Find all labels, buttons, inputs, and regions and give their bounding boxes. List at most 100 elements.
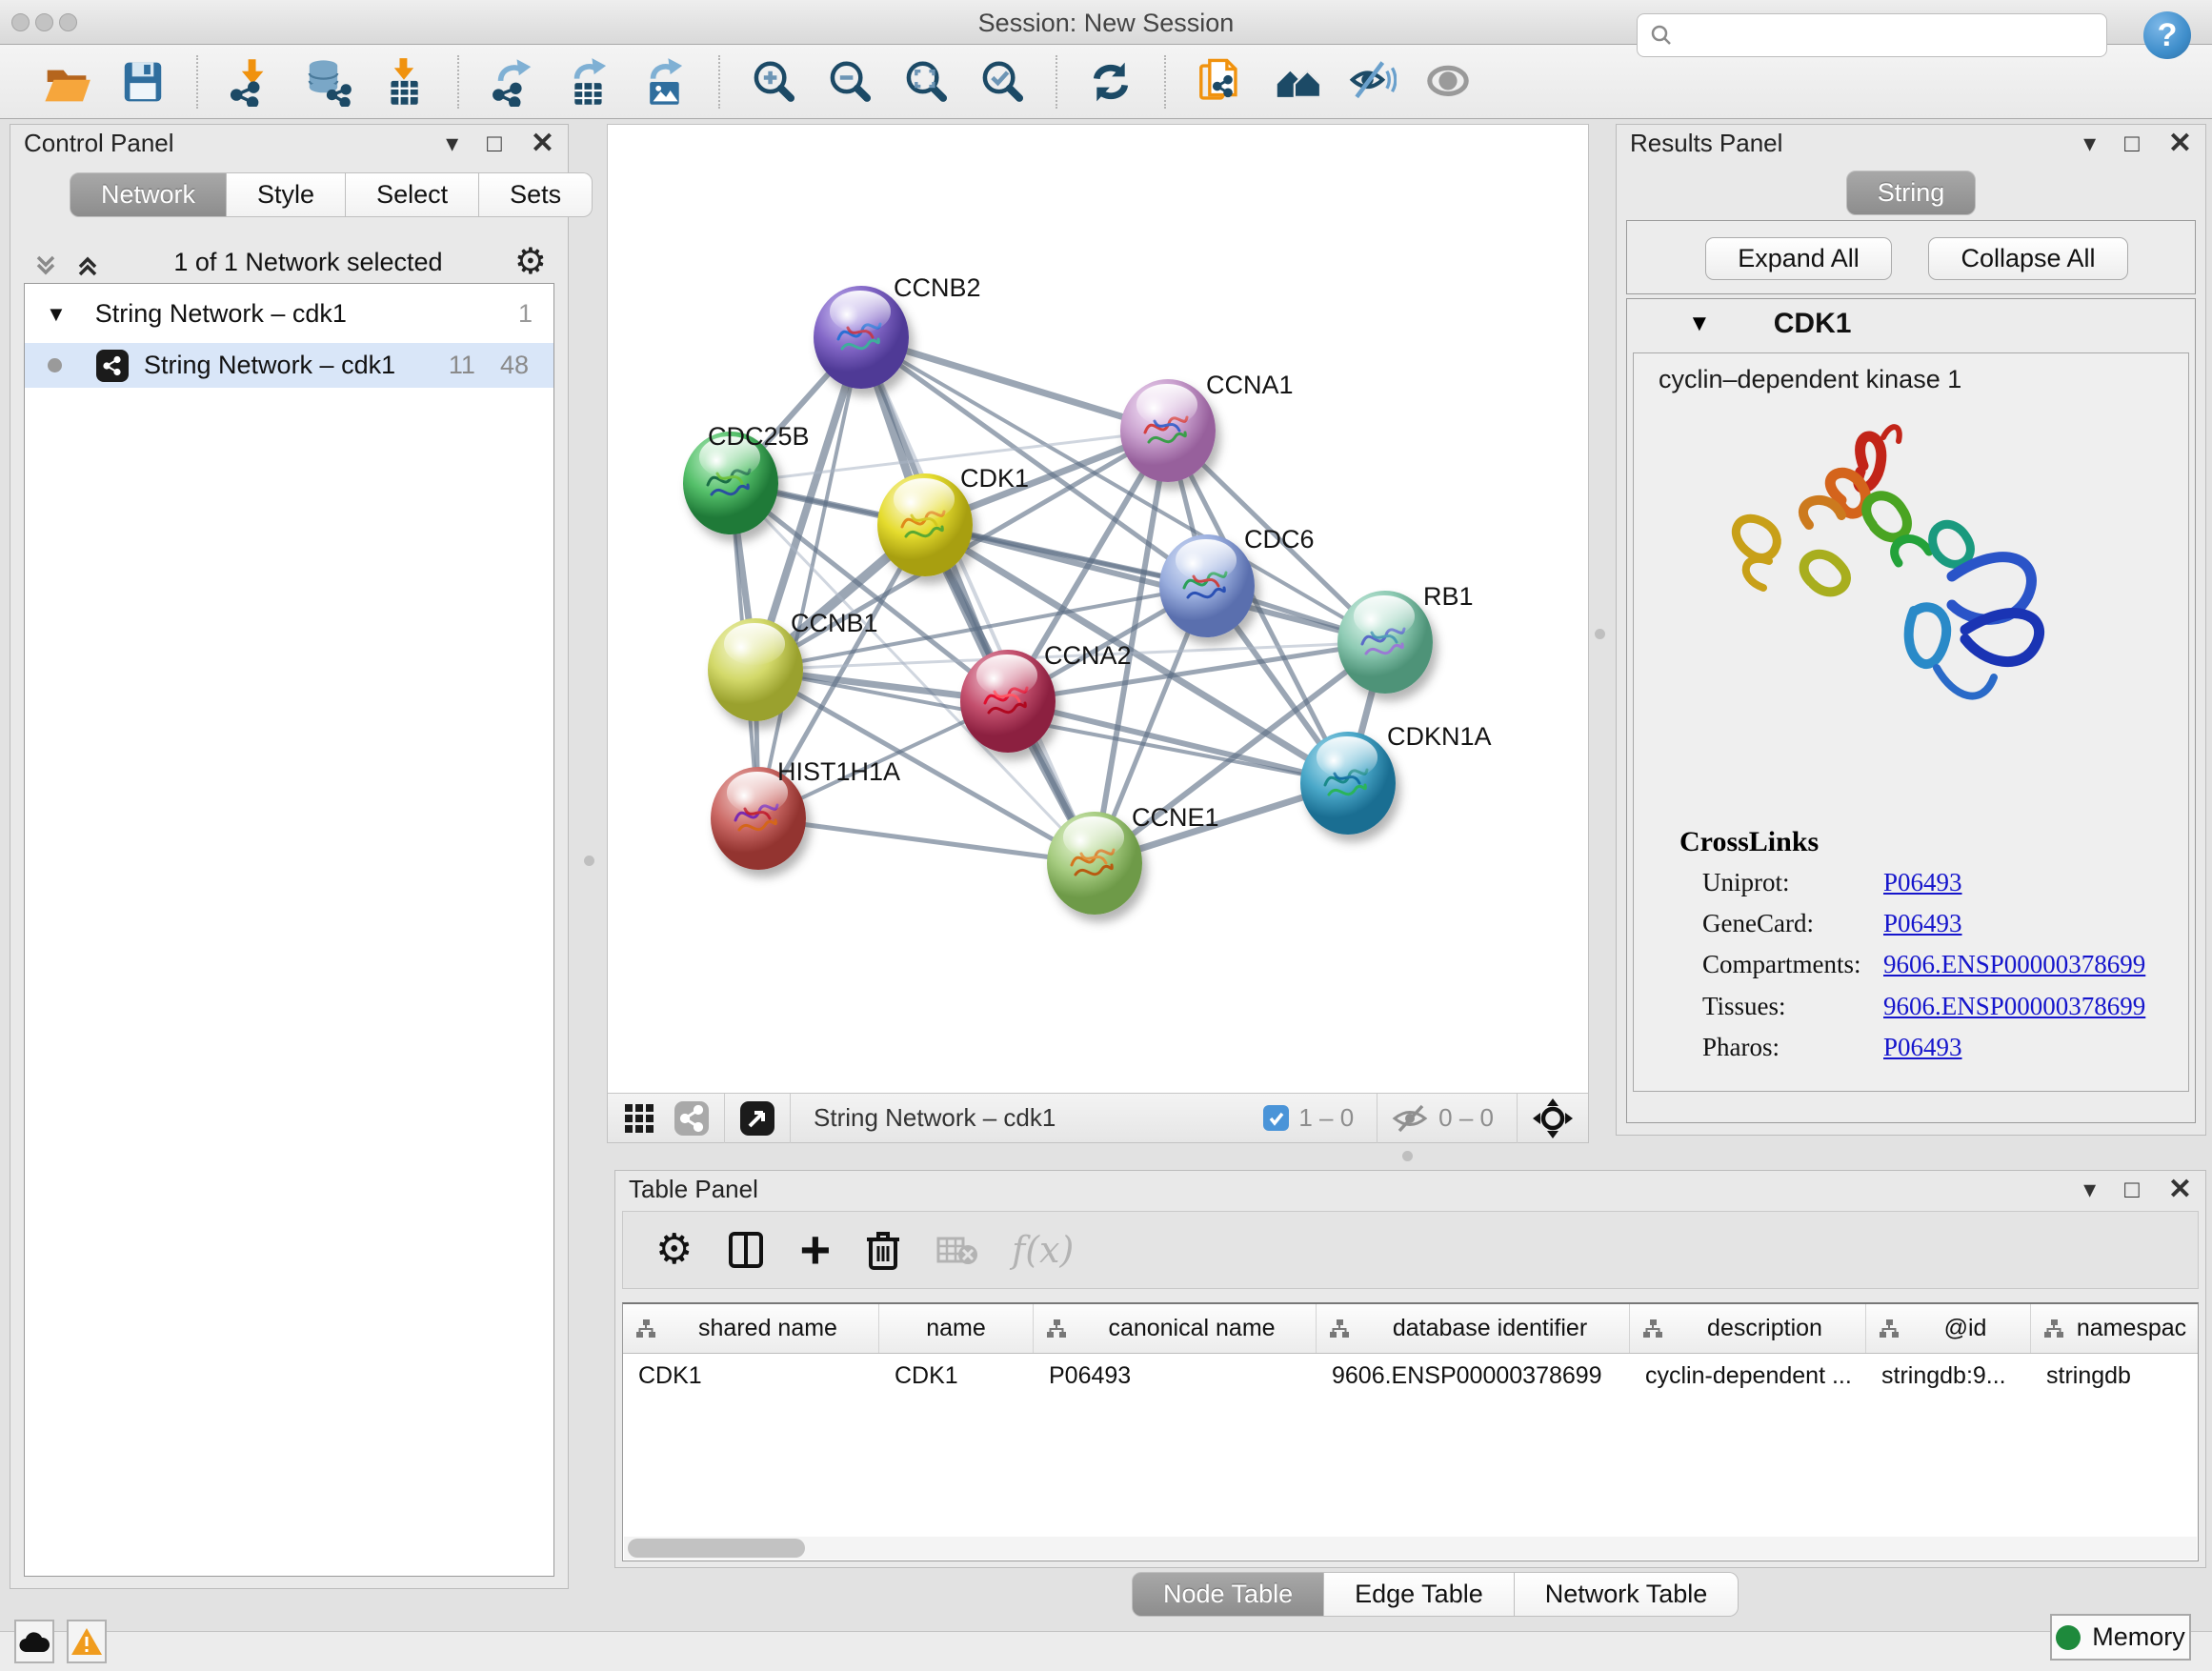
crosslink-link[interactable]: 9606.ENSP00000378699 — [1883, 992, 2145, 1021]
crosslink-link[interactable]: P06493 — [1883, 1033, 1962, 1062]
selected-checkbox-icon[interactable] — [1263, 1105, 1289, 1131]
houses-icon[interactable] — [1271, 57, 1320, 107]
splitter-handle[interactable] — [584, 856, 594, 866]
delete-table-icon[interactable] — [935, 1232, 979, 1268]
splitter-handle[interactable] — [1402, 1151, 1413, 1161]
panel-close-icon[interactable]: ✕ — [2168, 127, 2192, 160]
add-column-icon[interactable]: + — [799, 1229, 831, 1271]
network-node-CCNA2[interactable] — [960, 650, 1056, 753]
network-node-CDK1[interactable] — [877, 473, 973, 576]
cell-namespace[interactable]: stringdb — [2031, 1362, 2198, 1390]
table-gear-icon[interactable]: ⚙ — [655, 1229, 693, 1271]
import-network-file-icon[interactable] — [227, 57, 276, 107]
tab-sets[interactable]: Sets — [479, 172, 593, 217]
cell-database-identifier[interactable]: 9606.ENSP00000378699 — [1317, 1362, 1630, 1390]
open-session-icon[interactable] — [42, 57, 91, 107]
network-node-CCNA1[interactable] — [1120, 379, 1216, 482]
panel-close-icon[interactable]: ✕ — [531, 127, 554, 160]
network-node-RB1[interactable] — [1337, 591, 1433, 694]
crosslink-link[interactable]: 9606.ENSP00000378699 — [1883, 950, 2145, 979]
cell-canonical-name[interactable]: P06493 — [1034, 1362, 1317, 1390]
cell-shared-name[interactable]: CDK1 — [623, 1362, 879, 1390]
show-columns-icon[interactable] — [725, 1229, 767, 1271]
network-canvas[interactable]: CCNB2CCNA1CDC25BCDK1CDC6RB1CCNB1CCNA2CDK… — [608, 125, 1588, 1093]
panel-menu-icon[interactable]: ▾ — [446, 129, 458, 158]
import-network-database-icon[interactable] — [303, 57, 352, 107]
column-header-name[interactable]: name — [879, 1304, 1034, 1353]
horizontal-scrollbar[interactable] — [624, 1537, 2197, 1560]
grid-view-icon[interactable] — [621, 1100, 657, 1137]
share-view-icon[interactable] — [673, 1099, 711, 1137]
detach-view-icon[interactable] — [738, 1099, 776, 1137]
tab-string[interactable]: String — [1846, 171, 1977, 215]
toolbar-separator — [718, 55, 720, 109]
expand-collapse-box: Expand All Collapse All — [1626, 220, 2196, 294]
network-row-selected[interactable]: String Network – cdk1 11 48 — [25, 343, 553, 388]
crosslink-link[interactable]: P06493 — [1883, 868, 1962, 897]
function-builder-icon: f(x) — [1012, 1229, 1074, 1271]
tab-style[interactable]: Style — [227, 172, 346, 217]
tab-edge-table[interactable]: Edge Table — [1324, 1572, 1515, 1617]
birds-eye-view-icon[interactable] — [1531, 1097, 1575, 1140]
save-session-icon[interactable] — [118, 57, 168, 107]
clipboard-network-icon[interactable] — [1195, 57, 1244, 107]
zoom-selected-icon[interactable] — [977, 57, 1027, 107]
crosslink-link[interactable]: P06493 — [1883, 909, 1962, 938]
tree-expand-icon[interactable]: ▼ — [46, 302, 67, 327]
panel-float-icon[interactable]: □ — [487, 129, 502, 158]
network-node-CCNB1[interactable] — [708, 618, 803, 721]
tab-network[interactable]: Network — [70, 172, 227, 217]
refresh-icon[interactable] — [1086, 57, 1136, 107]
collection-label: String Network – cdk1 — [95, 299, 518, 329]
memory-button[interactable]: Memory — [2050, 1614, 2191, 1661]
zoom-out-icon[interactable] — [825, 57, 875, 107]
expand-all-button[interactable]: Expand All — [1705, 237, 1892, 280]
panel-menu-icon[interactable]: ▾ — [2083, 1175, 2096, 1204]
cell-id[interactable]: stringdb:9... — [1866, 1362, 2031, 1390]
cell-name[interactable]: CDK1 — [879, 1362, 1034, 1390]
gear-icon[interactable]: ⚙ — [514, 243, 547, 281]
export-network-icon[interactable] — [488, 57, 537, 107]
export-image-icon[interactable] — [640, 57, 690, 107]
panel-menu-icon[interactable]: ▾ — [2083, 129, 2096, 158]
warning-status-button[interactable] — [67, 1620, 107, 1663]
gray-eye-icon[interactable] — [1423, 57, 1473, 107]
column-header-namespace[interactable]: namespac — [2031, 1304, 2198, 1353]
import-table-icon[interactable] — [379, 57, 429, 107]
export-table-icon[interactable] — [564, 57, 613, 107]
scrollbar-thumb[interactable] — [628, 1539, 805, 1558]
panel-float-icon[interactable]: □ — [2124, 1175, 2140, 1204]
column-header-description[interactable]: description — [1630, 1304, 1866, 1353]
help-icon[interactable]: ? — [2143, 11, 2191, 59]
tab-select[interactable]: Select — [346, 172, 479, 217]
column-header-shared-name[interactable]: shared name — [623, 1304, 879, 1353]
zoom-fit-icon[interactable] — [901, 57, 951, 107]
search-input[interactable] — [1674, 16, 2106, 54]
network-node-CDKN1A[interactable] — [1300, 732, 1396, 835]
section-expand-icon[interactable]: ▼ — [1688, 311, 1711, 337]
gene-section-header[interactable]: ▼ CDK1 — [1627, 299, 2195, 349]
collapse-all-button[interactable]: Collapse All — [1928, 237, 2128, 280]
network-node-CDC6[interactable] — [1159, 534, 1255, 637]
tab-node-table[interactable]: Node Table — [1132, 1572, 1324, 1617]
column-header-database-identifier[interactable]: database identifier — [1317, 1304, 1630, 1353]
column-header-id[interactable]: @id — [1866, 1304, 2031, 1353]
tab-network-table[interactable]: Network Table — [1515, 1572, 1739, 1617]
table-row[interactable]: CDK1 CDK1 P06493 9606.ENSP00000378699 cy… — [623, 1354, 2198, 1398]
splitter-handle[interactable] — [1595, 629, 1605, 639]
cloud-status-button[interactable] — [14, 1620, 54, 1663]
status-bar: Memory — [0, 1631, 2212, 1671]
cell-description[interactable]: cyclin-dependent ... — [1630, 1362, 1866, 1390]
cloud-icon — [18, 1629, 50, 1654]
network-node-CCNE1[interactable] — [1047, 812, 1142, 915]
panel-float-icon[interactable]: □ — [2124, 129, 2140, 158]
delete-trash-icon[interactable] — [863, 1228, 903, 1272]
zoom-in-icon[interactable] — [749, 57, 798, 107]
panel-close-icon[interactable]: ✕ — [2168, 1173, 2192, 1206]
column-header-canonical-name[interactable]: canonical name — [1034, 1304, 1317, 1353]
network-collection-row[interactable]: ▼ String Network – cdk1 1 — [25, 292, 553, 336]
hide-eye-icon[interactable] — [1347, 57, 1397, 107]
table-panel: Table Panel ▾ □ ✕ ⚙ + f(x) shared name — [614, 1170, 2206, 1568]
expand-all-chevron-icon[interactable] — [73, 246, 102, 278]
collapse-all-chevron-icon[interactable] — [31, 246, 60, 278]
